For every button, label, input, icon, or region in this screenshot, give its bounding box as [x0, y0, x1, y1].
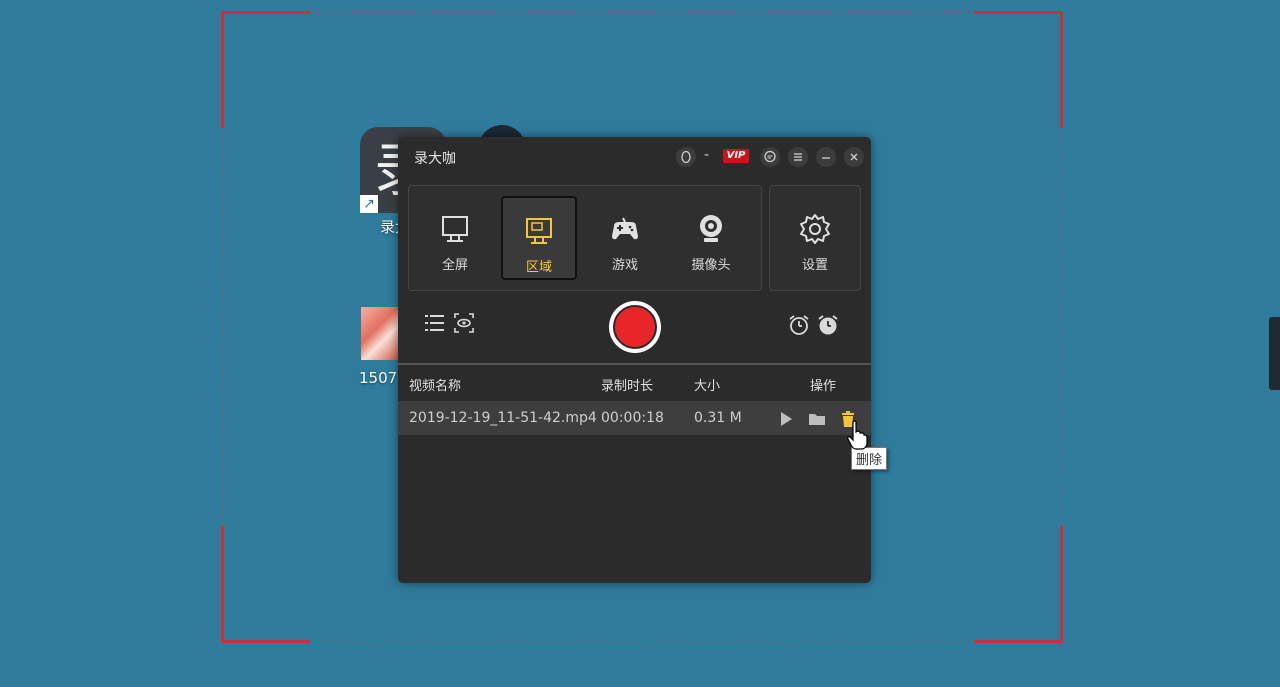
qq-login-button[interactable] — [676, 147, 696, 167]
settings-label: 设置 — [801, 258, 828, 273]
header-size: 大小 — [694, 379, 721, 394]
penguin-icon — [681, 150, 691, 164]
recorder-window: 录大咖 - VIP 全屏 区域 游戏 摄像头 设置 视频名称 录制时长 大小 操… — [398, 137, 871, 583]
app-title: 录大咖 — [414, 151, 456, 167]
recording-row[interactable]: 2019-12-19_11-51-42.mp4 00:00:18 0.31 M — [398, 401, 871, 435]
mode-label-region: 区域 — [525, 260, 552, 275]
title-dash: - — [704, 147, 710, 163]
hand-cursor-icon — [847, 420, 868, 450]
delete-tooltip: 删除 — [851, 447, 888, 470]
folder-icon[interactable] — [808, 410, 826, 428]
header-actions: 操作 — [810, 379, 837, 394]
timer-alarm-icon[interactable] — [787, 313, 811, 337]
header-video-name: 视频名称 — [409, 379, 462, 394]
chat-bubble-icon — [764, 150, 776, 163]
hamburger-icon — [794, 153, 802, 161]
mode-fullscreen[interactable]: 全屏 — [417, 196, 493, 280]
title-bar[interactable]: 录大咖 - VIP — [398, 137, 871, 177]
close-icon — [850, 153, 858, 161]
mode-label-webcam: 摄像头 — [691, 258, 731, 273]
gamepad-icon — [612, 217, 638, 240]
region-corner-top-right[interactable] — [974, 11, 1063, 128]
minimize-button[interactable] — [816, 147, 836, 167]
mode-panel: 全屏 区域 游戏 摄像头 — [408, 185, 762, 291]
gear-icon — [800, 214, 830, 244]
record-button[interactable] — [609, 301, 661, 353]
settings-panel: 设置 — [769, 185, 861, 291]
settings-button[interactable]: 设置 — [777, 196, 853, 280]
play-icon[interactable] — [777, 410, 795, 428]
mode-label-game: 游戏 — [611, 258, 638, 273]
recordings-list-header: 视频名称 录制时长 大小 操作 — [398, 367, 871, 399]
record-dot-icon — [613, 305, 657, 349]
recording-size: 0.31 M — [694, 410, 742, 426]
vip-badge[interactable]: VIP — [723, 149, 749, 163]
feedback-button[interactable] — [760, 147, 780, 167]
mode-label-fullscreen: 全屏 — [441, 258, 468, 273]
region-corner-top-left[interactable] — [221, 11, 310, 128]
scheduled-alarm-icon[interactable] — [816, 313, 840, 337]
preview-eye-icon[interactable] — [452, 311, 476, 335]
recording-duration: 00:00:18 — [601, 410, 664, 426]
region-corner-bottom-left[interactable] — [221, 526, 310, 643]
side-edge-tab[interactable] — [1269, 317, 1280, 390]
minimize-icon — [822, 157, 830, 159]
menu-button[interactable] — [788, 147, 808, 167]
section-divider — [398, 363, 871, 365]
mode-webcam[interactable]: 摄像头 — [673, 196, 749, 280]
region-icon — [526, 218, 552, 244]
mode-game[interactable]: 游戏 — [587, 196, 663, 280]
close-button[interactable] — [844, 147, 864, 167]
monitor-icon — [442, 216, 468, 242]
mode-region[interactable]: 区域 — [501, 196, 577, 280]
list-icon[interactable] — [423, 311, 447, 335]
header-duration: 录制时长 — [601, 379, 654, 394]
webcam-icon — [700, 215, 722, 242]
recording-filename: 2019-12-19_11-51-42.mp4 — [409, 410, 597, 426]
region-corner-bottom-right[interactable] — [974, 526, 1063, 643]
